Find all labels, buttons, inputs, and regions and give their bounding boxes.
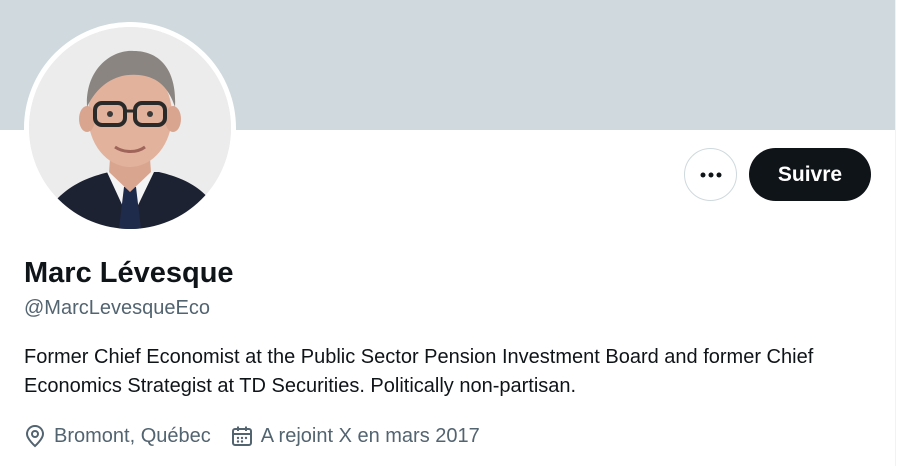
user-handle: @MarcLevesqueEco bbox=[24, 297, 210, 319]
joined-item: A rejoint X en mars 2017 bbox=[231, 425, 480, 448]
follow-button[interactable]: Suivre bbox=[749, 148, 871, 201]
more-horizontal-icon bbox=[700, 172, 721, 177]
display-name: Marc Lévesque bbox=[24, 257, 234, 289]
calendar-icon bbox=[231, 426, 252, 446]
more-options-button[interactable] bbox=[684, 148, 737, 201]
avatar[interactable] bbox=[24, 22, 236, 234]
avatar-photo bbox=[29, 27, 231, 229]
location-text: Bromont, Québec bbox=[54, 424, 211, 447]
location-pin-icon bbox=[25, 424, 45, 448]
profile-bio: Former Chief Economist at the Public Sec… bbox=[24, 346, 814, 397]
scroll-edge bbox=[895, 0, 910, 466]
location-item: Bromont, Québec bbox=[24, 424, 211, 448]
joined-text: A rejoint X en mars 2017 bbox=[260, 424, 480, 447]
profile-meta: Bromont, Québec A rejoint X en mars 2017 bbox=[24, 424, 500, 448]
